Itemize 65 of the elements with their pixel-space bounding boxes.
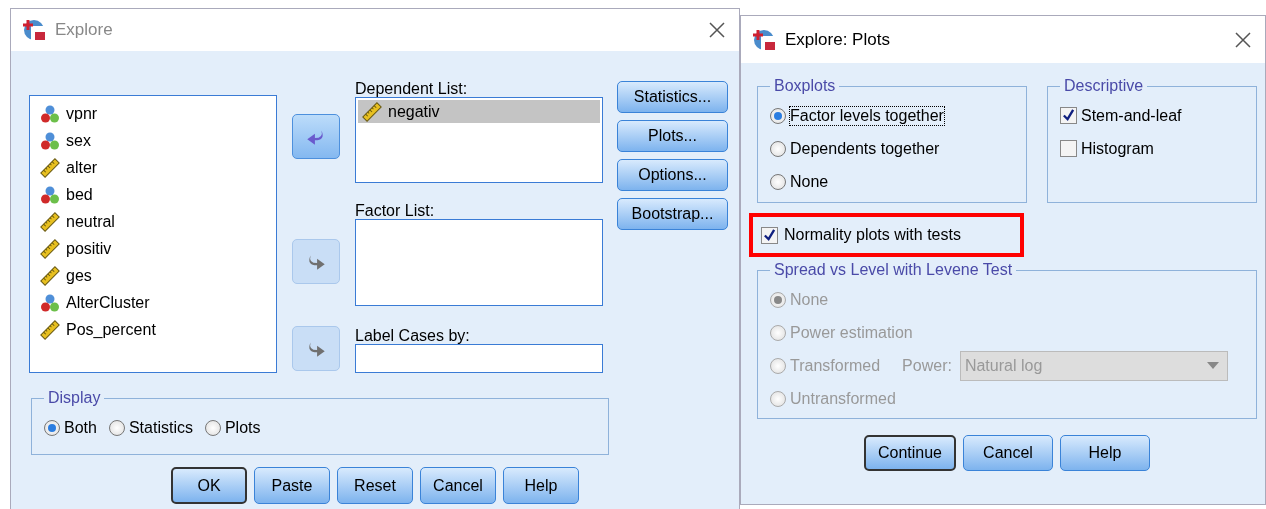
move-button[interactable]: [292, 114, 340, 159]
checkbox-label: Stem-and-leaf: [1081, 106, 1182, 125]
variable-item[interactable]: ges: [36, 264, 270, 287]
radio-label: Dependents together: [790, 139, 940, 158]
nominal-icon: [40, 103, 60, 124]
radio-label: Factor levels together: [790, 106, 944, 125]
variable-item[interactable]: positiv: [36, 237, 270, 260]
dialog-button[interactable]: OK: [171, 467, 247, 504]
dialog-button[interactable]: Paste: [254, 467, 330, 504]
radio-label: Statistics: [128, 418, 193, 437]
dialog-button[interactable]: Options...: [617, 159, 728, 191]
dialog-button[interactable]: Help: [503, 467, 579, 504]
group-title: Spread vs Level with Levene Test: [773, 261, 1014, 279]
radio-button[interactable]: [108, 419, 125, 436]
radio-label: Power estimation: [790, 323, 913, 342]
radio-button[interactable]: [770, 140, 786, 157]
field-label: Label Cases by:: [355, 328, 471, 344]
list-label: Factor List:: [355, 203, 436, 219]
variable-item[interactable]: bed: [36, 183, 270, 206]
checkbox[interactable]: [1060, 107, 1077, 124]
dialog-button[interactable]: Plots...: [617, 120, 728, 152]
radio-label: Transformed: [790, 356, 881, 375]
input-field[interactable]: [355, 344, 603, 373]
dialog-button[interactable]: Cancel: [963, 435, 1053, 471]
dialog-button[interactable]: Reset: [337, 467, 413, 504]
variable-item[interactable]: negativ: [358, 100, 600, 123]
app-icon: [753, 27, 777, 52]
list-label: Dependent List:: [355, 81, 469, 97]
variable-item[interactable]: neutral: [36, 210, 270, 233]
nominal-icon: [40, 292, 60, 313]
caret-icon: [1206, 361, 1219, 370]
radio-label: Both: [64, 418, 97, 437]
dialog-button[interactable]: Continue: [864, 435, 956, 471]
dialog-button[interactable]: Statistics...: [617, 81, 728, 113]
radio-button[interactable]: [44, 419, 60, 436]
nominal-icon: [40, 130, 60, 151]
combo-label: Power:: [902, 356, 952, 375]
close-icon[interactable]: [707, 20, 727, 40]
radio-label: Untransformed: [790, 389, 896, 408]
variable-item[interactable]: alter: [36, 156, 270, 179]
radio-label: None: [790, 172, 829, 191]
variable-item[interactable]: AlterCluster: [36, 291, 270, 314]
nominal-icon: [40, 184, 60, 205]
dialog-button[interactable]: Cancel: [420, 467, 496, 504]
checkbox-label: Histogram: [1081, 139, 1154, 158]
group-title: Descriptive: [1063, 77, 1145, 95]
radio-button[interactable]: [770, 173, 786, 190]
close-icon[interactable]: [1233, 29, 1253, 50]
variable-item[interactable]: vpnr: [36, 102, 270, 125]
checkbox-label: Normality plots with tests: [784, 226, 961, 244]
group-title: Display: [47, 389, 102, 407]
window-title: Explore: [55, 20, 114, 40]
app-icon: [23, 18, 47, 42]
group-title: Boxplots: [773, 77, 837, 95]
variable-item[interactable]: Pos_percent: [36, 318, 270, 341]
radio-button[interactable]: [204, 419, 221, 436]
window-title: Explore: Plots: [785, 29, 891, 50]
checkbox[interactable]: [761, 226, 778, 244]
dialog-button[interactable]: Bootstrap...: [617, 198, 728, 230]
variable-item[interactable]: sex: [36, 129, 270, 152]
dialog-button[interactable]: Help: [1060, 435, 1150, 471]
radio-button[interactable]: [770, 107, 786, 124]
radio-label: Plots: [224, 418, 261, 437]
checkbox[interactable]: [1060, 140, 1077, 157]
radio-label: None: [790, 290, 829, 309]
